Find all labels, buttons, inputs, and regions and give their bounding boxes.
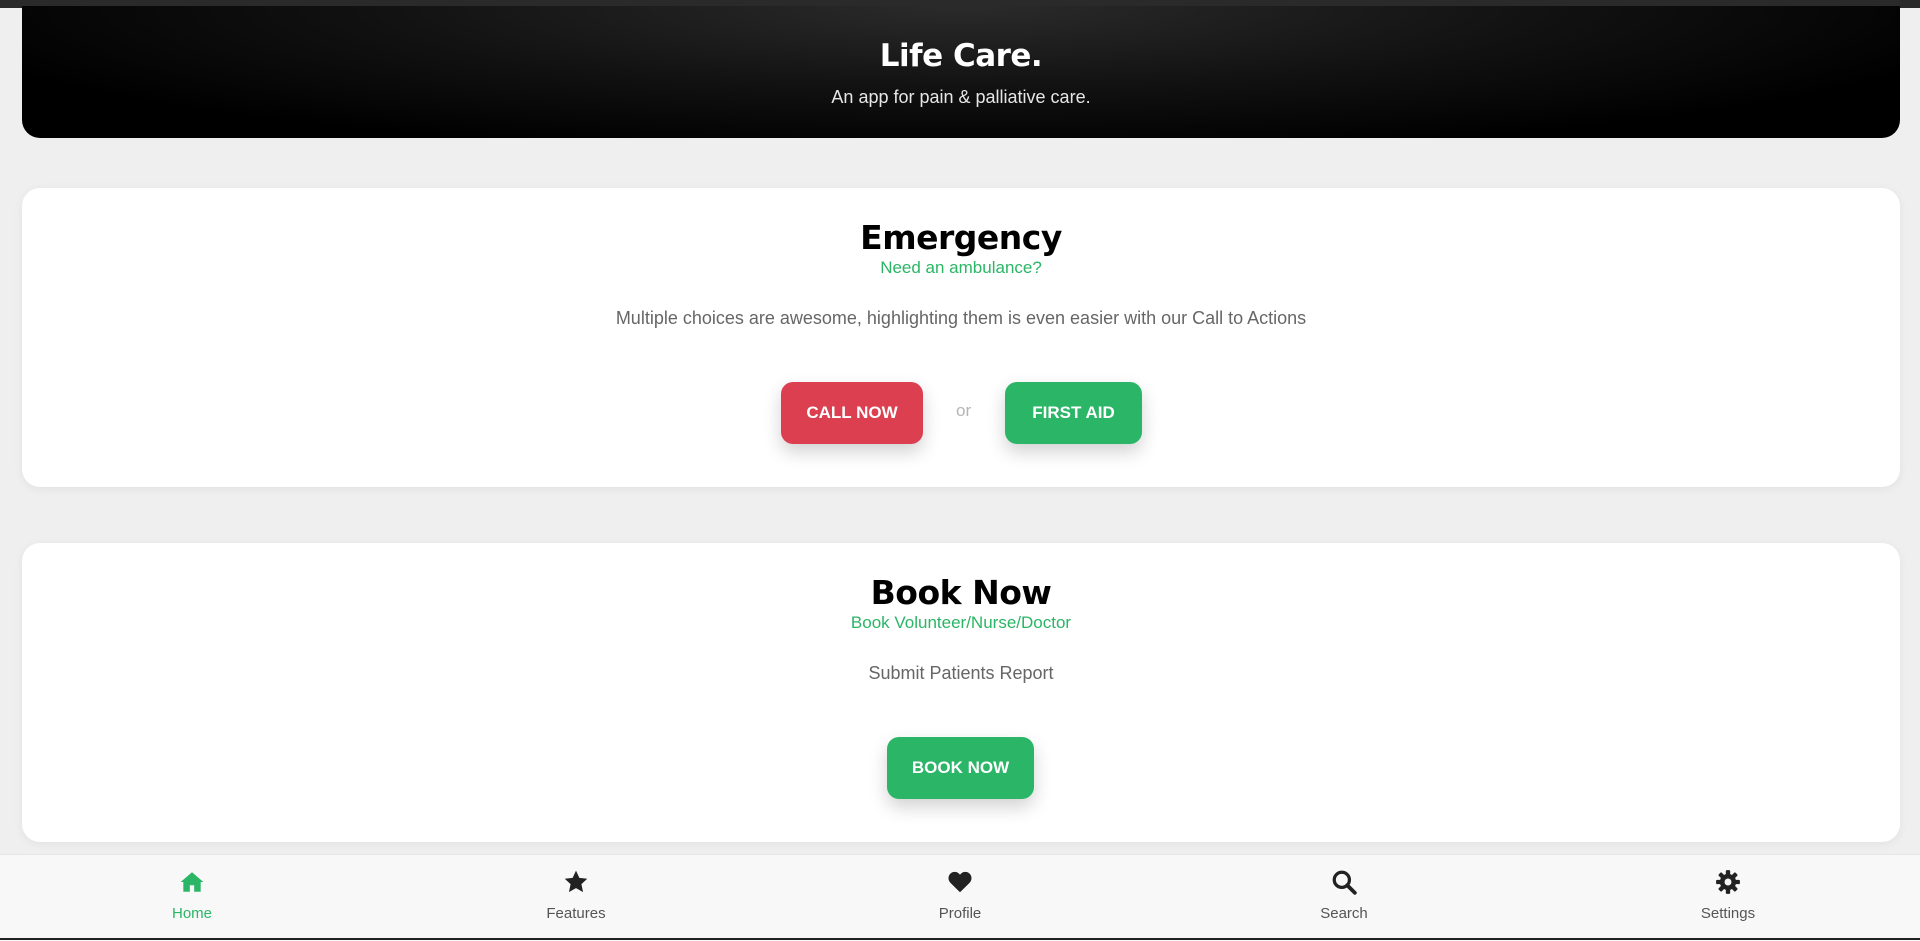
or-separator: or: [956, 401, 972, 420]
first-aid-button[interactable]: FIRST AID: [1005, 382, 1142, 444]
book-now-card: Book Now Book Volunteer/Nurse/Doctor Sub…: [22, 543, 1900, 842]
nav-item-profile[interactable]: Profile: [880, 855, 1040, 941]
nav-item-search[interactable]: Search: [1264, 855, 1424, 941]
bottom-navigation: Home Features Profile Search Settings: [0, 854, 1920, 941]
emergency-card: Emergency Need an ambulance? Multiple ch…: [22, 188, 1900, 487]
emergency-subtitle: Need an ambulance?: [880, 258, 1042, 277]
nav-label-profile: Profile: [938, 905, 982, 922]
gear-icon: [1716, 870, 1740, 894]
book-now-title: Book Now: [870, 573, 1052, 612]
nav-item-settings[interactable]: Settings: [1648, 855, 1808, 941]
app-tagline: An app for pain & palliative care.: [831, 87, 1091, 107]
hero-banner: Life Care. An app for pain & palliative …: [22, 6, 1900, 138]
emergency-title: Emergency: [860, 218, 1062, 257]
nav-label-search: Search: [1320, 905, 1368, 922]
book-now-button[interactable]: BOOK NOW: [887, 737, 1034, 799]
nav-label-features: Features: [546, 905, 606, 922]
nav-item-features[interactable]: Features: [496, 855, 656, 941]
nav-label-home: Home: [171, 905, 212, 922]
book-now-subtitle: Book Volunteer/Nurse/Doctor: [850, 613, 1072, 632]
home-icon: [180, 872, 204, 892]
nav-item-home[interactable]: Home: [112, 855, 272, 941]
nav-label-settings: Settings: [1700, 905, 1756, 922]
call-now-button[interactable]: CALL NOW: [781, 382, 923, 444]
search-icon: [1332, 870, 1357, 895]
book-now-description: Submit Patients Report: [868, 663, 1054, 683]
emergency-description: Multiple choices are awesome, highlighti…: [615, 308, 1307, 328]
app-title: Life Care.: [879, 38, 1043, 74]
star-icon: [564, 870, 588, 893]
heart-icon: [948, 871, 972, 893]
